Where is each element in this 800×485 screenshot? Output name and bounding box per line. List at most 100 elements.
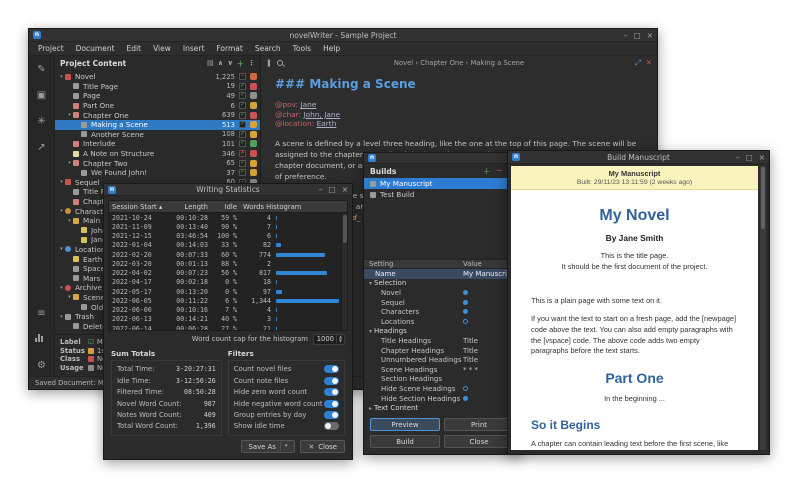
setting-row[interactable]: Scene Headings* * * — [364, 365, 520, 375]
menu-kebab-icon[interactable]: ⋮ — [248, 59, 255, 69]
collapse-icon[interactable]: ▾ — [369, 280, 372, 287]
move-down-icon[interactable]: ∨ — [227, 59, 233, 69]
tree-item[interactable]: Making a Scene513✓ — [55, 120, 260, 130]
include-checkbox[interactable]: ✓ — [239, 83, 246, 90]
table-row[interactable]: 2021-10-2400:10:2859 %4 — [109, 213, 347, 222]
include-checkbox[interactable]: ✓ — [239, 112, 246, 119]
include-checkbox[interactable]: ✗ — [239, 150, 246, 157]
expander-icon[interactable]: ▾ — [66, 218, 73, 224]
settings-gear-icon[interactable]: ⚙ — [35, 359, 48, 372]
close-icon[interactable]: × — [342, 185, 348, 194]
table-row[interactable]: 2022-06-1400:06:2827 %21 — [109, 324, 347, 331]
documents-icon[interactable]: ▣ — [35, 89, 48, 102]
menu-insert[interactable]: Insert — [177, 44, 211, 53]
table-row[interactable]: 2022-06-0600:10:167 %4 — [109, 306, 347, 315]
table-row[interactable]: 2022-06-1300:14:2140 %3 — [109, 315, 347, 324]
close-icon[interactable]: × — [759, 153, 765, 162]
menu-view[interactable]: View — [147, 44, 177, 53]
filter-toggle[interactable] — [324, 400, 339, 408]
tree-item[interactable]: Interlude101✓ — [55, 139, 260, 149]
maximize-icon[interactable]: □ — [329, 185, 336, 194]
bookmark-icon[interactable]: ▤ — [207, 59, 214, 69]
close-button[interactable]: ✕Close — [300, 440, 345, 453]
setting-row[interactable]: Hide Section Headings — [364, 394, 520, 404]
close-document-icon[interactable]: ✕ — [646, 58, 652, 68]
tree-item[interactable]: Page49✓ — [55, 91, 260, 101]
search-icon[interactable] — [277, 60, 283, 66]
col-session-start[interactable]: Session Start ▴ — [109, 203, 165, 211]
expander-icon[interactable]: ▾ — [58, 285, 65, 291]
expander-icon[interactable]: ▾ — [66, 160, 73, 166]
maximize-icon[interactable]: □ — [634, 31, 641, 40]
tree-item[interactable]: ▾Novel1,225– — [55, 72, 260, 82]
preview-button[interactable]: Preview — [370, 418, 440, 431]
include-checkbox[interactable]: ✓ — [239, 102, 246, 109]
table-row[interactable]: 2022-02-2000:07:3360 %774 — [109, 250, 347, 259]
build-button[interactable]: Build — [370, 435, 440, 448]
setting-row[interactable]: ▾Headings — [364, 327, 520, 337]
setting-row[interactable]: ▸Text Content — [364, 403, 520, 413]
col-length[interactable]: Length — [165, 203, 211, 211]
table-header[interactable]: Session Start ▴ Length Idle Words Histog… — [109, 201, 347, 213]
setting-row[interactable]: NameMy Manuscript — [364, 269, 520, 279]
statistics-icon[interactable] — [35, 333, 48, 346]
references-icon[interactable]: ✳ — [35, 115, 48, 128]
tree-item[interactable]: ▾Chapter Two65✓ — [55, 158, 260, 168]
add-build-icon[interactable]: ＋ — [483, 166, 491, 177]
filter-toggle[interactable] — [324, 388, 339, 396]
list-icon[interactable]: ≡ — [35, 307, 48, 320]
tree-item[interactable]: Title Page19✓ — [55, 82, 260, 92]
include-checkbox[interactable]: ✓ — [239, 160, 246, 167]
expander-icon[interactable]: ▾ — [66, 294, 73, 300]
setting-row[interactable]: Unnumbered HeadingsTitle — [364, 355, 520, 365]
include-checkbox[interactable]: ✓ — [239, 131, 246, 138]
tree-item[interactable]: We Found John!37✓ — [55, 168, 260, 178]
filter-toggle[interactable] — [324, 377, 339, 385]
table-row[interactable]: 2021-11-0900:13:4090 %7 — [109, 222, 347, 231]
filter-toggle[interactable] — [324, 365, 339, 373]
table-row[interactable]: 2021-12-1503:46:54100 %6 — [109, 232, 347, 241]
tree-item[interactable]: A Note on Structure346✗ — [55, 149, 260, 159]
menu-document[interactable]: Document — [70, 44, 121, 53]
collapse-icon[interactable]: ▾ — [369, 328, 372, 335]
col-words-histogram[interactable]: Words Histogram — [240, 203, 341, 211]
preview-scrollbar[interactable] — [760, 166, 766, 450]
maximize-icon[interactable]: □ — [746, 153, 753, 162]
expander-icon[interactable]: ▾ — [58, 74, 65, 80]
minimize-icon[interactable]: – — [624, 31, 628, 40]
minimize-icon[interactable]: – — [319, 185, 323, 194]
include-checkbox[interactable]: ✓ — [239, 92, 246, 99]
include-checkbox[interactable]: – — [239, 73, 246, 80]
expander-icon[interactable]: ▾ — [58, 179, 65, 185]
setting-row[interactable]: Hide Scene Headings — [364, 384, 520, 394]
setting-row[interactable]: Section Headings — [364, 375, 520, 385]
include-checkbox[interactable]: ✓ — [239, 121, 246, 128]
expander-icon[interactable]: ▾ — [66, 112, 73, 118]
tag-value[interactable]: Earth — [317, 119, 337, 128]
table-row[interactable]: 2022-06-0500:11:226 %1,344 — [109, 296, 347, 305]
setting-row[interactable]: Characters — [364, 307, 520, 317]
expander-icon[interactable]: ▾ — [58, 314, 65, 320]
save-as-button[interactable]: Save As▾ — [241, 440, 296, 453]
focus-mode-icon[interactable]: ⤢ — [635, 58, 641, 68]
setting-row[interactable]: Chapter HeadingsTitle — [364, 346, 520, 356]
remove-build-icon[interactable]: − — [496, 166, 503, 177]
table-row[interactable]: 2022-04-1700:02:180 %18 — [109, 278, 347, 287]
build-list-item[interactable]: My Manuscript — [364, 178, 520, 189]
filter-toggle[interactable] — [324, 411, 339, 419]
move-up-icon[interactable]: ∧ — [218, 59, 224, 69]
expander-icon[interactable]: ▾ — [58, 246, 65, 252]
print-button[interactable]: Print — [444, 418, 514, 431]
build-list-item[interactable]: Test Build — [364, 189, 520, 200]
setting-row[interactable]: Locations — [364, 317, 520, 327]
col-idle[interactable]: Idle — [211, 203, 240, 211]
table-row[interactable]: 2022-05-1700:13:200 %97 — [109, 287, 347, 296]
tree-item[interactable]: ▾Chapter One639✓ — [55, 110, 260, 120]
setting-row[interactable]: ▾Selection — [364, 279, 520, 289]
menu-project[interactable]: Project — [32, 44, 70, 53]
setting-row[interactable]: Title HeadingsTitle — [364, 336, 520, 346]
table-scrollbar[interactable] — [341, 213, 347, 330]
tree-item[interactable]: Part One6✓ — [55, 101, 260, 111]
close-icon[interactable]: × — [647, 31, 653, 40]
add-icon[interactable]: ＋ — [237, 59, 244, 69]
